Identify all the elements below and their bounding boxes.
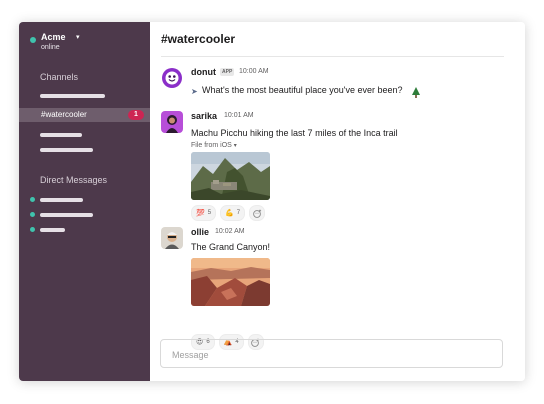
presence-dot bbox=[30, 37, 36, 43]
chevron-down-icon[interactable]: ▾ bbox=[76, 33, 80, 41]
ollie-avatar-icon bbox=[161, 227, 183, 249]
hundred-points-icon: 💯 bbox=[196, 210, 205, 217]
message-author[interactable]: donut bbox=[191, 67, 216, 77]
sidebar-item-placeholder[interactable] bbox=[40, 148, 93, 152]
chevron-down-icon[interactable]: ▾ bbox=[234, 143, 237, 149]
reaction[interactable]: 💪 7 bbox=[220, 205, 246, 221]
message-input[interactable] bbox=[170, 340, 494, 369]
reactions: 💯 5 💪 7 bbox=[191, 205, 266, 221]
channel-pane: #watercooler donut APP 10:00 AM ➤ What's… bbox=[150, 22, 525, 381]
message-author[interactable]: sarika bbox=[191, 111, 217, 121]
unread-badge: 1 bbox=[128, 110, 144, 120]
reaction-count: 7 bbox=[236, 210, 241, 216]
workspace-name[interactable]: Acme bbox=[41, 32, 66, 42]
photo-grand-canyon[interactable] bbox=[191, 258, 270, 306]
reaction[interactable]: 💯 5 bbox=[191, 205, 217, 221]
message-time[interactable]: 10:00 AM bbox=[239, 68, 269, 75]
photo-machu-picchu[interactable] bbox=[191, 152, 270, 200]
dm-item-placeholder[interactable] bbox=[40, 198, 83, 202]
dm-item-placeholder[interactable] bbox=[40, 228, 65, 232]
file-label-text: File from iOS bbox=[191, 142, 232, 149]
sidebar-item-watercooler[interactable]: #watercooler 1 bbox=[19, 108, 150, 122]
app-window: Acme ▾ online Channels #watercooler 1 Di… bbox=[19, 22, 525, 381]
presence-dot bbox=[30, 227, 35, 232]
presence-dot bbox=[30, 197, 35, 202]
sidebar-item-label: #watercooler bbox=[41, 110, 87, 119]
message-text: The Grand Canyon! bbox=[191, 242, 271, 252]
channel-title: #watercooler bbox=[161, 32, 236, 46]
add-reaction-button[interactable] bbox=[249, 205, 266, 221]
header-divider bbox=[161, 56, 504, 57]
message-composer[interactable] bbox=[160, 339, 503, 369]
sidebar-item-placeholder[interactable] bbox=[40, 94, 105, 98]
file-label[interactable]: File from iOS ▾ bbox=[191, 142, 237, 149]
add-reaction-icon bbox=[252, 209, 261, 218]
message-time[interactable]: 10:01 AM bbox=[224, 112, 254, 119]
message-text: Machu Picchu hiking the last 7 miles of … bbox=[191, 128, 398, 138]
presence-dot bbox=[30, 212, 35, 217]
message-author[interactable]: ollie bbox=[191, 227, 209, 237]
sarika-avatar-icon bbox=[161, 111, 183, 133]
sidebar: Acme ▾ online Channels #watercooler 1 Di… bbox=[19, 22, 150, 381]
direct-messages-heading[interactable]: Direct Messages bbox=[40, 175, 107, 185]
app-badge: APP bbox=[220, 68, 235, 76]
sidebar-item-placeholder[interactable] bbox=[40, 133, 82, 137]
dm-item-placeholder[interactable] bbox=[40, 213, 93, 217]
message-text: What's the most beautiful place you've e… bbox=[202, 85, 403, 95]
tree-icon bbox=[412, 85, 420, 103]
donut-avatar-icon bbox=[161, 67, 183, 89]
reaction-count: 5 bbox=[207, 210, 212, 216]
workspace-status: online bbox=[41, 44, 60, 51]
avatar[interactable] bbox=[161, 227, 183, 249]
message-time[interactable]: 10:02 AM bbox=[215, 228, 245, 235]
flexed-biceps-icon: 💪 bbox=[225, 210, 234, 217]
bird-icon: ➤ bbox=[191, 87, 198, 96]
avatar[interactable] bbox=[161, 67, 183, 89]
avatar[interactable] bbox=[161, 111, 183, 133]
channels-heading[interactable]: Channels bbox=[40, 72, 78, 82]
